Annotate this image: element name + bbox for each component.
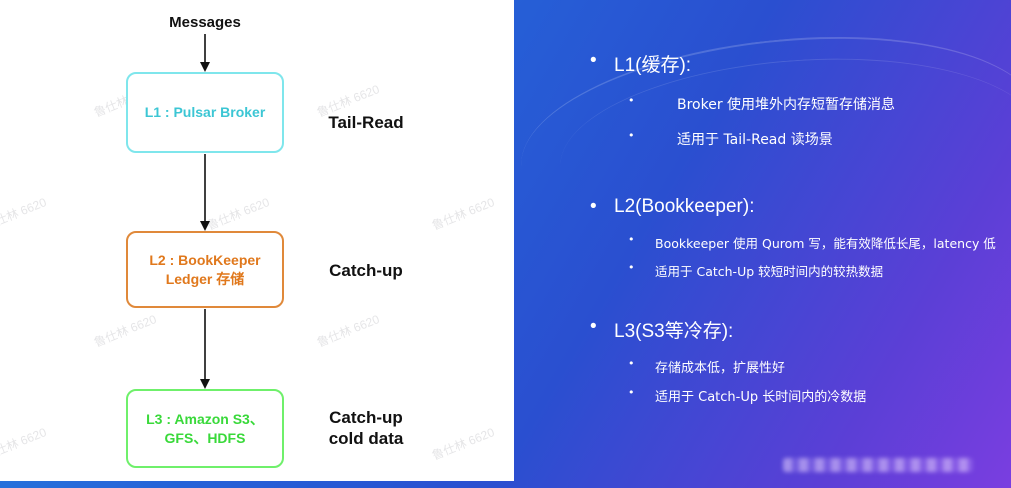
bullet-l3-title: L3(S3等冷存): bbox=[614, 321, 734, 342]
l2-box-label-line1: L2 : BookKeeper bbox=[149, 251, 261, 268]
bullet-l2-item-2-text: 适用于 Catch-Up 较短时间内的较热数据 bbox=[655, 264, 884, 279]
blurred-signature bbox=[783, 458, 973, 472]
bullet-dot: • bbox=[628, 233, 635, 246]
l2-bookkeeper-box: L2 : BookKeeper Ledger 存储 bbox=[126, 231, 284, 308]
l1-pulsar-broker-box: L1 : Pulsar Broker bbox=[126, 72, 284, 153]
bullet-dot: • bbox=[628, 129, 635, 142]
l3-box-label-line2: GFS、HDFS bbox=[164, 429, 246, 446]
catch-up-cold-label: Catch-up cold data bbox=[316, 407, 416, 449]
catch-up-label: Catch-up bbox=[316, 260, 416, 281]
catch-up-text: Catch-up bbox=[329, 261, 403, 280]
diagram-panel: 鲁仕林 6620 鲁仕林 6620 鲁仕林 6620 鲁仕林 6620 鲁仕林 … bbox=[0, 0, 514, 481]
slide: 鲁仕林 6620 鲁仕林 6620 鲁仕林 6620 鲁仕林 6620 鲁仕林 … bbox=[0, 0, 1011, 488]
bullet-l2-title: L2(Bookkeeper): bbox=[614, 196, 755, 217]
bullet-l3-item-1-text: 存储成本低，扩展性好 bbox=[655, 361, 786, 376]
tail-read-label: Tail-Read bbox=[316, 112, 416, 133]
l1-box-label: L1 : Pulsar Broker bbox=[144, 104, 266, 120]
l3-box-label-line1: L3 : Amazon S3、 bbox=[146, 410, 264, 427]
bullet-dot: • bbox=[628, 261, 635, 274]
bullet-dot: • bbox=[590, 196, 597, 217]
bullet-l3-item-2-text: 适用于 Catch-Up 长时间内的冷数据 bbox=[655, 390, 867, 405]
bullet-l1-item-2-text: 适用于 Tail-Read 读场景 bbox=[677, 132, 833, 148]
catch-up-cold-line1: Catch-up bbox=[329, 408, 403, 427]
bullet-l2-item-1-text: Bookkeeper 使用 Qurom 写，能有效降低长尾，latency 低 bbox=[655, 236, 996, 251]
l2-box-label-line2: Ledger 存储 bbox=[165, 270, 245, 287]
bullet-l1-item-1-text: Broker 使用堆外内存短暂存储消息 bbox=[677, 97, 896, 113]
tail-read-text: Tail-Read bbox=[328, 113, 404, 132]
l3-cold-storage-box: L3 : Amazon S3、 GFS、HDFS bbox=[126, 389, 284, 468]
bullet-dot: • bbox=[628, 94, 635, 107]
bullet-l1-title: L1(缓存): bbox=[614, 55, 692, 76]
bullet-dot: • bbox=[590, 50, 597, 71]
bullet-dot: • bbox=[590, 316, 597, 337]
bullet-dot: • bbox=[628, 386, 635, 399]
bullet-dot: • bbox=[628, 357, 635, 370]
catch-up-cold-line2: cold data bbox=[328, 429, 404, 448]
